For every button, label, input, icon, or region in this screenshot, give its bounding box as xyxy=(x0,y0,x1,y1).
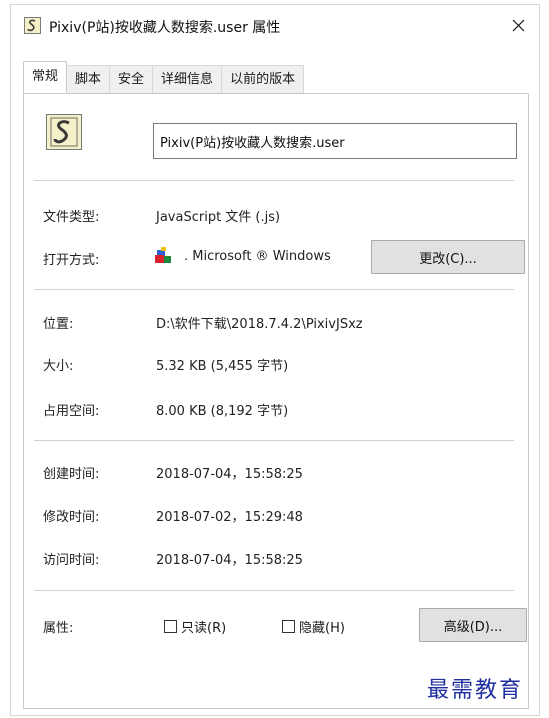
checkbox-box xyxy=(282,620,295,633)
size-on-disk-label: 占用空间: xyxy=(43,404,100,419)
checkbox-box xyxy=(164,620,177,633)
script-file-icon xyxy=(24,17,41,34)
created-label: 创建时间: xyxy=(43,467,100,482)
change-button[interactable]: 更改(C)... xyxy=(371,240,525,274)
general-panel: 文件类型: JavaScript 文件 (.js) 打开方式: . Micros… xyxy=(23,93,529,709)
file-type-value: JavaScript 文件 (.js) xyxy=(156,210,281,225)
created-value: 2018-07-04，15:58:25 xyxy=(156,467,303,482)
separator xyxy=(34,440,514,441)
file-type-label: 文件类型: xyxy=(43,210,100,225)
hidden-checkbox-label: 隐藏(H) xyxy=(299,621,345,636)
close-icon xyxy=(512,19,524,31)
size-value: 5.32 KB (5,455 字节) xyxy=(156,359,289,374)
windows-script-host-icon xyxy=(155,246,173,264)
size-on-disk-value: 8.00 KB (8,192 字节) xyxy=(156,404,289,419)
location-value: D:\软件下载\2018.7.4.2\PixivJSxz xyxy=(156,317,363,332)
separator xyxy=(34,590,514,591)
modified-label: 修改时间: xyxy=(43,510,100,525)
title-bar: Pixiv(P站)按收藏人数搜索.user 属性 xyxy=(11,5,539,45)
open-with-label: 打开方式: xyxy=(43,253,100,268)
separator xyxy=(34,289,514,290)
tab-general[interactable]: 常规 xyxy=(23,61,68,93)
advanced-button[interactable]: 高级(D)... xyxy=(419,608,527,642)
watermark-text: 最需教育 xyxy=(427,678,524,703)
window-title: Pixiv(P站)按收藏人数搜索.user 属性 xyxy=(49,20,281,36)
readonly-checkbox[interactable]: 只读(R) xyxy=(164,617,226,636)
tab-security[interactable]: 安全 xyxy=(110,65,154,93)
hidden-checkbox[interactable]: 隐藏(H) xyxy=(282,617,345,636)
readonly-checkbox-label: 只读(R) xyxy=(181,621,227,636)
tab-script[interactable]: 脚本 xyxy=(67,65,111,93)
size-label: 大小: xyxy=(43,359,74,374)
open-with-value: . Microsoft ® Windows xyxy=(184,249,331,264)
tab-previous-versions[interactable]: 以前的版本 xyxy=(222,65,305,93)
tab-details[interactable]: 详细信息 xyxy=(153,65,223,93)
modified-value: 2018-07-02，15:29:48 xyxy=(156,510,303,525)
separator xyxy=(34,180,514,181)
file-name-input[interactable] xyxy=(153,123,517,159)
location-label: 位置: xyxy=(43,317,74,332)
tab-strip: 常规 脚本 安全 详细信息 以前的版本 xyxy=(23,61,305,93)
attributes-label: 属性: xyxy=(43,621,74,636)
accessed-value: 2018-07-04，15:58:25 xyxy=(156,553,303,568)
accessed-label: 访问时间: xyxy=(43,553,100,568)
properties-window: Pixiv(P站)按收藏人数搜索.user 属性 常规 脚本 安全 详细信息 以… xyxy=(10,4,540,716)
script-file-icon xyxy=(46,114,82,150)
close-button[interactable] xyxy=(501,9,535,41)
